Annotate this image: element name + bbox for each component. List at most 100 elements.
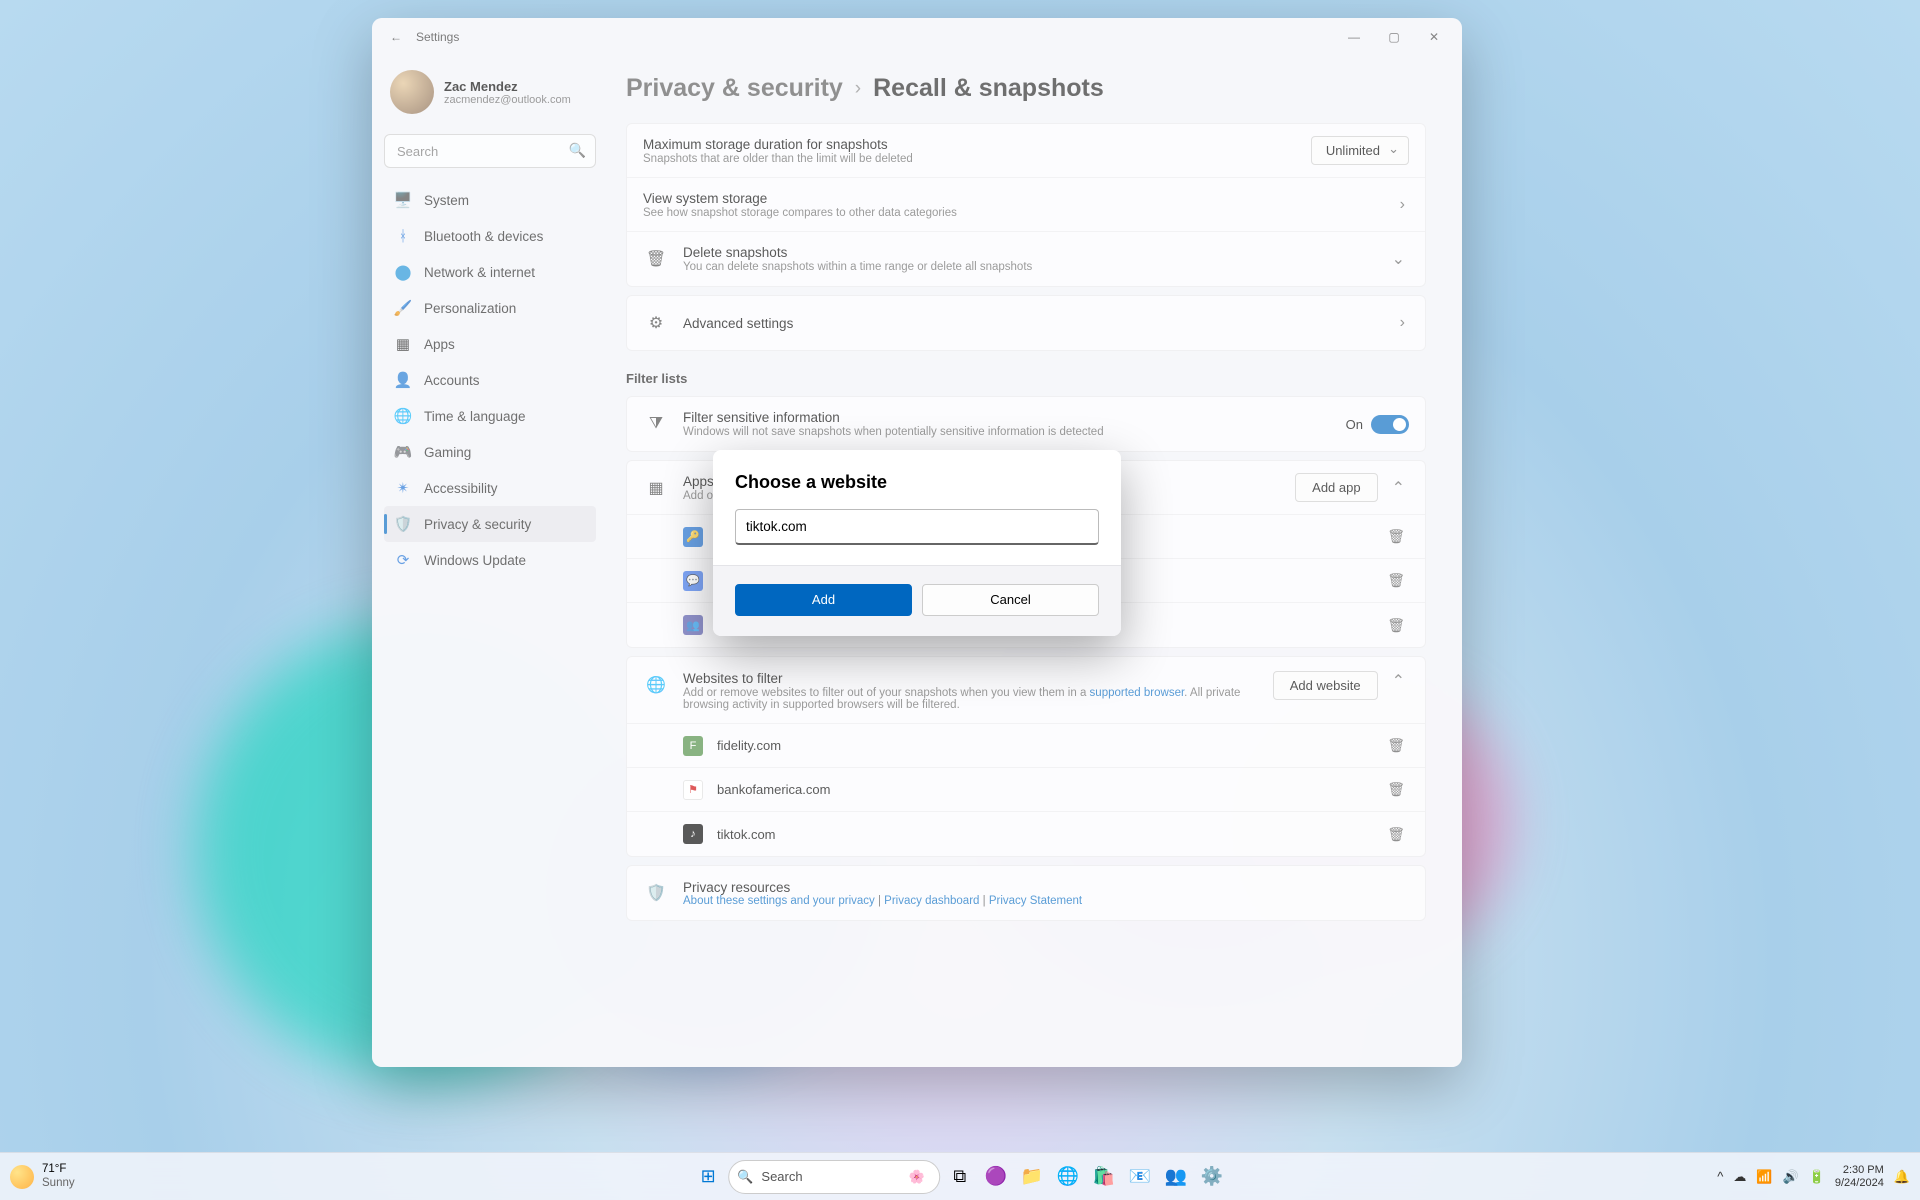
edge-icon[interactable]: 🌐 [1052, 1161, 1084, 1193]
shield-icon: 🛡️ [394, 515, 412, 533]
battery-icon[interactable]: 🔋 [1809, 1169, 1825, 1185]
update-icon: ⟳ [394, 551, 412, 569]
search-highlight-icon: 🌸 [909, 1169, 925, 1185]
nav-privacy[interactable]: 🛡️Privacy & security [384, 506, 596, 542]
app-icon: 👥 [683, 615, 703, 635]
supported-browser-link[interactable]: supported browser [1090, 687, 1185, 699]
privacy-statement-link[interactable]: Privacy Statement [989, 895, 1082, 907]
weather-widget[interactable]: 71°F Sunny [10, 1163, 75, 1189]
copilot-icon[interactable]: 🟣 [980, 1161, 1012, 1193]
avatar [390, 70, 434, 114]
person-icon: 👤 [394, 371, 412, 389]
app-icon: 💬 [683, 571, 703, 591]
maximize-button[interactable]: ▢ [1374, 30, 1414, 44]
add-button[interactable]: Add [735, 584, 912, 616]
display-icon: 🖥️ [394, 191, 412, 209]
search-input[interactable] [384, 134, 596, 168]
app-title: Settings [416, 30, 459, 44]
row-storage-duration[interactable]: Maximum storage duration for snapshots S… [627, 124, 1425, 178]
volume-icon[interactable]: 🔊 [1783, 1169, 1799, 1185]
dialog-title: Choose a website [735, 472, 1099, 493]
delete-button[interactable]: 🗑 [1383, 526, 1409, 547]
privacy-dashboard-link[interactable]: Privacy dashboard [884, 895, 979, 907]
store-icon[interactable]: 🛍️ [1088, 1161, 1120, 1193]
delete-button[interactable]: 🗑 [1383, 735, 1409, 756]
choose-website-dialog: Choose a website Add Cancel [713, 450, 1121, 636]
chevron-right-icon: › [855, 78, 861, 100]
filter-lists-label: Filter lists [626, 371, 1426, 386]
storage-duration-dropdown[interactable]: Unlimited [1311, 136, 1409, 165]
apps-icon: ▦ [394, 335, 412, 353]
start-button[interactable]: ⊞ [692, 1161, 724, 1193]
sun-icon [10, 1165, 34, 1189]
close-button[interactable]: ✕ [1414, 30, 1454, 44]
sensitive-toggle[interactable]: On [1346, 415, 1409, 434]
minimize-button[interactable]: — [1334, 30, 1374, 44]
sidebar: Zac Mendez zacmendez@outlook.com 🔍 🖥️Sys… [372, 56, 608, 1067]
bluetooth-icon: ᚼ [394, 227, 412, 245]
add-app-button[interactable]: Add app [1295, 473, 1377, 502]
website-input[interactable] [735, 509, 1099, 545]
delete-button[interactable]: 🗑 [1383, 824, 1409, 845]
wifi-icon: ⬤ [394, 263, 412, 281]
notifications-icon[interactable]: 🔔 [1894, 1169, 1910, 1185]
search-icon: 🔍 [737, 1169, 753, 1185]
site-icon: F [683, 736, 703, 756]
nav-bluetooth[interactable]: ᚼBluetooth & devices [384, 218, 596, 254]
nav-personalization[interactable]: 🖌️Personalization [384, 290, 596, 326]
websites-description: Add or remove websites to filter out of … [683, 687, 1273, 711]
taskbar-search[interactable]: 🔍 Search 🌸 [728, 1160, 940, 1194]
filtered-website-item: ♪ tiktok.com 🗑 [627, 812, 1425, 856]
chevron-up-icon: ⌃ [1388, 478, 1409, 498]
wifi-icon[interactable]: 📶 [1756, 1169, 1772, 1185]
teams-icon[interactable]: 👥 [1160, 1161, 1192, 1193]
row-privacy-resources: 🛡️ Privacy resources About these setting… [627, 866, 1425, 920]
privacy-about-link[interactable]: About these settings and your privacy [683, 895, 875, 907]
back-button[interactable]: ← [380, 30, 412, 44]
onedrive-icon[interactable]: ☁ [1733, 1169, 1746, 1185]
row-view-storage[interactable]: View system storage See how snapshot sto… [627, 178, 1425, 232]
explorer-icon[interactable]: 📁 [1016, 1161, 1048, 1193]
add-website-button[interactable]: Add website [1273, 671, 1378, 700]
delete-button[interactable]: 🗑 [1383, 615, 1409, 636]
filtered-website-item: ⚑ bankofamerica.com 🗑 [627, 768, 1425, 812]
taskbar: 71°F Sunny ⊞ 🔍 Search 🌸 ⧉ 🟣 📁 🌐 🛍️ 📧 👥 ⚙… [0, 1152, 1920, 1200]
shield-icon: 🛡️ [643, 883, 669, 903]
page-title: Recall & snapshots [873, 74, 1104, 103]
search-icon: 🔍 [569, 142, 586, 159]
app-icon: 🔑 [683, 527, 703, 547]
nav-network[interactable]: ⬤Network & internet [384, 254, 596, 290]
site-icon: ⚑ [683, 780, 703, 800]
tray-chevron-icon[interactable]: ^ [1717, 1169, 1723, 1184]
titlebar: ← Settings — ▢ ✕ [372, 18, 1462, 56]
apps-icon: ▦ [643, 478, 669, 498]
nav-system[interactable]: 🖥️System [384, 182, 596, 218]
nav-update[interactable]: ⟳Windows Update [384, 542, 596, 578]
gear-icon: ⚙ [643, 313, 669, 333]
row-advanced[interactable]: ⚙ Advanced settings › [627, 296, 1425, 350]
filtered-website-item: F fidelity.com 🗑 [627, 724, 1425, 768]
nav-accessibility[interactable]: ✴Accessibility [384, 470, 596, 506]
row-filter-sensitive: ⧩ Filter sensitive information Windows w… [627, 397, 1425, 451]
settings-icon[interactable]: ⚙️ [1196, 1161, 1228, 1193]
chevron-down-icon: ⌄ [1388, 249, 1409, 269]
profile-block[interactable]: Zac Mendez zacmendez@outlook.com [384, 64, 596, 130]
row-delete-snapshots[interactable]: 🗑 Delete snapshots You can delete snapsh… [627, 232, 1425, 286]
sidebar-search: 🔍 [384, 134, 596, 168]
breadcrumb-parent[interactable]: Privacy & security [626, 74, 843, 103]
clock[interactable]: 2:30 PM 9/24/2024 [1835, 1164, 1884, 1189]
nav-time[interactable]: 🌐Time & language [384, 398, 596, 434]
paint-icon: 🖌️ [394, 299, 412, 317]
settings-window: ← Settings — ▢ ✕ Zac Mendez zacmendez@ou… [372, 18, 1462, 1067]
nav-apps[interactable]: ▦Apps [384, 326, 596, 362]
cancel-button[interactable]: Cancel [922, 584, 1099, 616]
outlook-icon[interactable]: 📧 [1124, 1161, 1156, 1193]
delete-button[interactable]: 🗑 [1383, 779, 1409, 800]
profile-name: Zac Mendez [444, 79, 571, 94]
task-view-button[interactable]: ⧉ [944, 1161, 976, 1193]
chevron-right-icon: › [1396, 314, 1409, 332]
row-websites-to-filter: 🌐 Websites to filter Add or remove websi… [627, 657, 1425, 724]
nav-accounts[interactable]: 👤Accounts [384, 362, 596, 398]
nav-gaming[interactable]: 🎮Gaming [384, 434, 596, 470]
delete-button[interactable]: 🗑 [1383, 570, 1409, 591]
